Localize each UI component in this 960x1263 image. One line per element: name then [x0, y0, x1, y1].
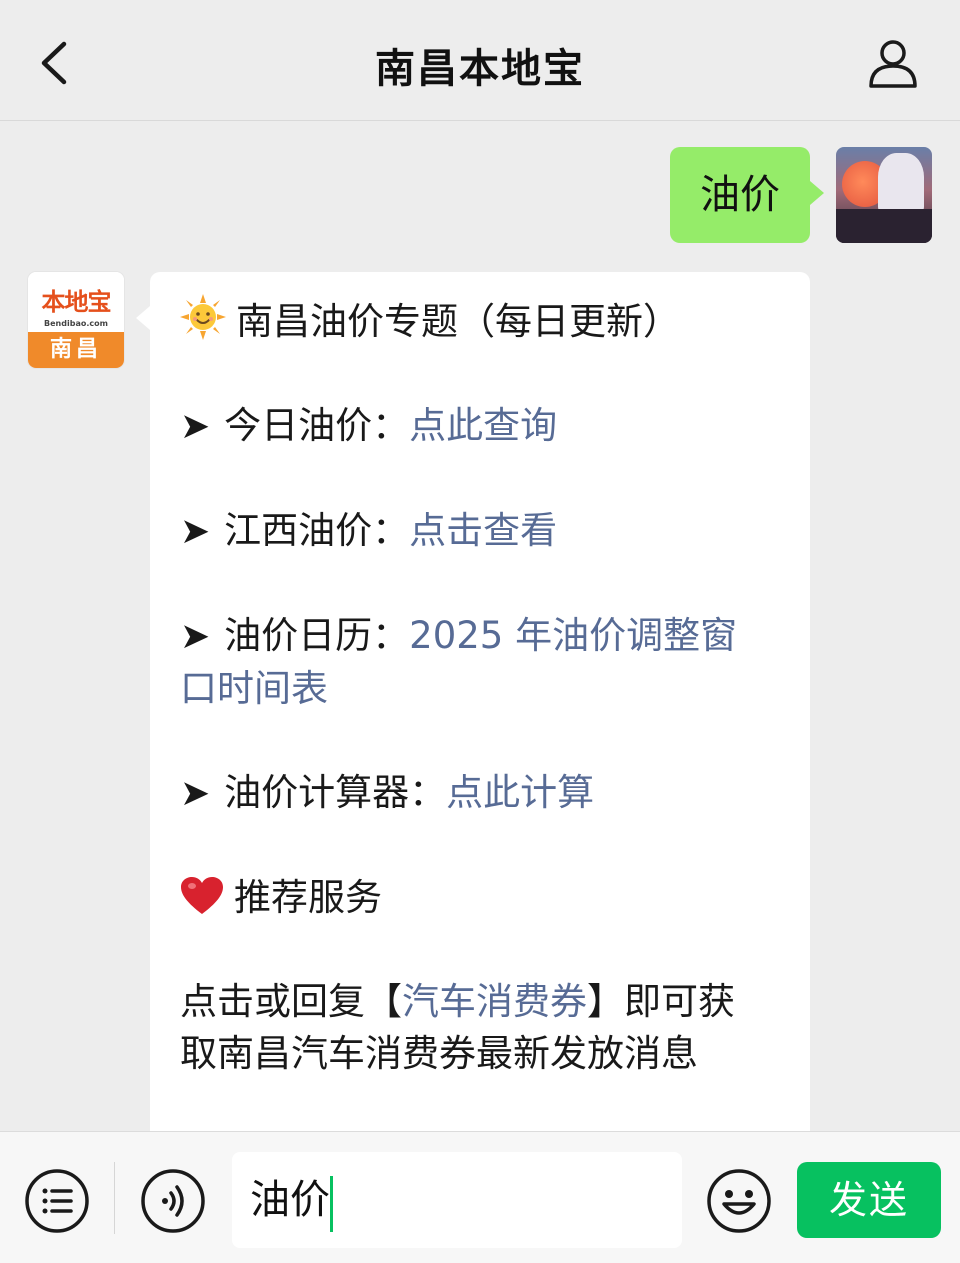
arrow-icon: ➤ [180, 406, 211, 447]
service-text-post: 】即可获 [587, 980, 735, 1023]
car-voucher-link[interactable]: 汽车消费券 [402, 980, 587, 1023]
jiangxi-price-link[interactable]: 点击查看 [409, 509, 557, 552]
list-item: ➤ 江西油价：点击查看 [180, 505, 780, 558]
top-nav-bar: 南昌本地宝 [0, 0, 960, 121]
item-label: 油价日历： [224, 614, 410, 657]
service-heading: 推荐服务 [234, 876, 382, 919]
send-button[interactable]: 发送 [797, 1162, 941, 1238]
item-label: 油价计算器： [224, 771, 447, 814]
message-title: 南昌油价专题（每日更新） [236, 300, 680, 343]
item-label: 今日油价： [224, 404, 410, 447]
item-label: 江西油价： [224, 509, 410, 552]
list-item: ➤ 油价计算器：点此计算 [180, 767, 780, 820]
input-toolbar: 油价 发送 [0, 1131, 960, 1263]
toolbar-divider [114, 1162, 115, 1234]
smiley-icon[interactable] [706, 1168, 772, 1234]
avatar-logo-text: 本地宝 [41, 287, 112, 316]
arrow-icon: ➤ [180, 511, 211, 552]
avatar-logo-subtext: Bendibao.com [44, 319, 108, 328]
arrow-icon: ➤ [180, 773, 211, 814]
incoming-message-row: 本地宝 Bendibao.com 南昌 南昌油价专题（每日更新） ➤ 今日油价：… [28, 272, 810, 1131]
list-item: ➤ 油价日历：2025 年油价调整窗 [180, 610, 780, 663]
service-text-line: 点击或回复【汽车消费券】即可获 [180, 976, 780, 1028]
outgoing-message-bubble[interactable]: 油价 [670, 147, 824, 243]
red-heart-emoji-icon [181, 877, 223, 914]
service-heading-line: 推荐服务 [180, 872, 780, 924]
arrow-icon: ➤ [180, 616, 211, 657]
user-avatar[interactable] [836, 147, 932, 243]
text-cursor [330, 1176, 333, 1232]
service-text-line2: 取南昌汽车消费券最新发放消息 [180, 1032, 698, 1075]
message-title-line: 南昌油价专题（每日更新） [180, 294, 780, 348]
list-item: ➤ 今日油价：点此查询 [180, 400, 780, 453]
voice-icon[interactable] [140, 1168, 206, 1234]
outgoing-message-row: 油价 [670, 147, 932, 243]
price-calendar-link[interactable]: 2025 年油价调整窗 [409, 614, 737, 657]
price-calendar-link-cont[interactable]: 口时间表 [180, 667, 328, 710]
price-calculator-link[interactable]: 点此计算 [446, 771, 594, 814]
menu-list-icon[interactable] [24, 1168, 90, 1234]
service-text-pre: 点击或回复【 [180, 980, 402, 1023]
today-price-link[interactable]: 点此查询 [409, 404, 557, 447]
person-icon[interactable] [866, 36, 920, 90]
message-list[interactable]: 油价 本地宝 Bendibao.com 南昌 南昌油价专题（每日更新） ➤ 今日… [0, 121, 960, 1131]
message-input[interactable]: 油价 [232, 1152, 682, 1248]
official-account-avatar[interactable]: 本地宝 Bendibao.com 南昌 [28, 272, 124, 368]
chat-title: 南昌本地宝 [375, 46, 585, 92]
incoming-message-bubble: 南昌油价专题（每日更新） ➤ 今日油价：点此查询 ➤ 江西油价：点击查看 ➤ 油价日历… [136, 272, 810, 1131]
avatar-city-label: 南昌 [28, 332, 124, 368]
sun-face-emoji-icon [180, 294, 226, 340]
